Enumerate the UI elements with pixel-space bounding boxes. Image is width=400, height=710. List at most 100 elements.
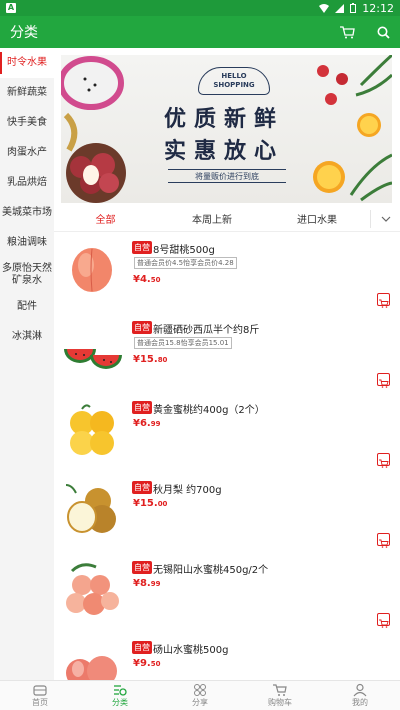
sidebar-item-label: 美城菜市场 bbox=[2, 207, 52, 218]
tab-imported-fruit[interactable]: 进口水果 bbox=[267, 211, 367, 226]
battery-icon bbox=[350, 3, 357, 13]
sidebar-item-label: 快手美食 bbox=[7, 117, 47, 128]
sidebar-item-meat-seafood[interactable]: 肉蛋水产 bbox=[0, 138, 54, 168]
category-icon bbox=[114, 685, 127, 696]
cart-icon bbox=[379, 539, 389, 548]
product-name: 黄金蜜桃约400g（2个） bbox=[153, 405, 265, 416]
add-to-cart-button[interactable] bbox=[377, 373, 390, 388]
notification-icon: A bbox=[6, 3, 16, 13]
sidebar-item-quick-food[interactable]: 快手美食 bbox=[0, 108, 54, 138]
nav-profile[interactable]: 我的 bbox=[320, 681, 400, 710]
nav-home[interactable]: 首页 bbox=[0, 681, 80, 710]
cart-icon bbox=[379, 619, 389, 628]
self-operated-badge: 自营 bbox=[132, 481, 152, 494]
product-image bbox=[64, 349, 122, 369]
sidebar-item-seasonal-fruit[interactable]: 时令水果 bbox=[0, 48, 54, 78]
bottom-nav: 首页 分类 分享 购物车 我的 bbox=[0, 680, 400, 710]
category-sidebar: 时令水果 新鲜蔬菜 快手美食 肉蛋水产 乳品烘焙 美城菜市场 粮油调味 多原怡天… bbox=[0, 48, 54, 680]
add-to-cart-button[interactable] bbox=[377, 533, 390, 548]
nav-label: 分类 bbox=[112, 698, 128, 707]
sidebar-item-vegetables[interactable]: 新鲜蔬菜 bbox=[0, 78, 54, 108]
sidebar-item-dairy-bakery[interactable]: 乳品烘焙 bbox=[0, 168, 54, 198]
sidebar-item-label: 粮油调味 bbox=[7, 237, 47, 248]
nav-cart[interactable]: 购物车 bbox=[240, 681, 320, 710]
banner-line1: 优质新鲜 bbox=[163, 107, 284, 132]
product-name: 秋月梨 约700g bbox=[153, 485, 222, 496]
wifi-icon bbox=[319, 3, 330, 13]
profile-icon bbox=[353, 683, 367, 697]
nav-label: 分享 bbox=[192, 698, 208, 707]
share-icon bbox=[194, 684, 206, 696]
add-to-cart-button[interactable] bbox=[377, 293, 390, 308]
product-name: 新疆硒砂西瓜半个约8斤 bbox=[153, 325, 260, 336]
add-to-cart-button[interactable] bbox=[377, 613, 390, 628]
product-item[interactable]: 自营 8号甜桃500g 普通会员价4.5怡享会员价4.28 ¥4.50 bbox=[54, 233, 400, 313]
sidebar-item-mineral-water[interactable]: 多原怡天然矿泉水 bbox=[0, 258, 54, 292]
product-item[interactable]: 自营 无锡阳山水蜜桃450g/2个 ¥8.99 bbox=[54, 553, 400, 633]
product-image bbox=[66, 656, 117, 680]
app-bar: 分类 bbox=[0, 16, 400, 48]
product-image bbox=[65, 484, 116, 533]
product-list: 自营 8号甜桃500g 普通会员价4.5怡享会员价4.28 ¥4.50 自营 新… bbox=[54, 233, 400, 680]
member-price: 普通会员15.8怡享会员15.01 bbox=[134, 337, 232, 349]
page-title: 分类 bbox=[10, 25, 38, 41]
nav-category[interactable]: 分类 bbox=[80, 681, 160, 710]
banner-badge: HELLO SHOPPING bbox=[198, 67, 270, 95]
product-price: ¥8.99 bbox=[133, 578, 161, 589]
product-price: ¥6.99 bbox=[133, 418, 161, 429]
product-price: ¥15.00 bbox=[133, 498, 168, 509]
sidebar-item-label: 肉蛋水产 bbox=[7, 147, 47, 158]
banner-ribbon: 将量贩价进行到底 bbox=[168, 169, 286, 183]
self-operated-badge: 自营 bbox=[132, 641, 152, 654]
product-item[interactable]: 自营 黄金蜜桃约400g（2个） ¥6.99 bbox=[54, 393, 400, 473]
chevron-down-icon bbox=[381, 216, 390, 222]
product-name: 砀山水蜜桃500g bbox=[153, 645, 229, 656]
sidebar-item-label: 多原怡天然矿泉水 bbox=[2, 263, 52, 286]
status-bar: A 12:12 bbox=[0, 0, 400, 16]
cart-icon bbox=[379, 379, 389, 388]
banner-line2: 实惠放心 bbox=[163, 139, 284, 164]
tab-new-this-week[interactable]: 本周上新 bbox=[157, 211, 267, 226]
sidebar-item-label: 时令水果 bbox=[7, 57, 47, 68]
nav-label: 首页 bbox=[32, 698, 48, 707]
product-image bbox=[70, 404, 114, 455]
product-name: 8号甜桃500g bbox=[153, 245, 215, 256]
status-time: 12:12 bbox=[362, 1, 394, 15]
cart-icon bbox=[379, 459, 389, 468]
sidebar-item-label: 配件 bbox=[17, 301, 37, 312]
product-price: ¥9.50 bbox=[133, 658, 161, 669]
nav-label: 我的 bbox=[352, 698, 368, 707]
tab-all[interactable]: 全部 bbox=[54, 211, 157, 226]
cart-icon bbox=[273, 684, 287, 696]
product-item[interactable]: 自营 秋月梨 约700g ¥15.00 bbox=[54, 473, 400, 553]
product-name: 无锡阳山水蜜桃450g/2个 bbox=[153, 565, 269, 576]
tab-more-button[interactable] bbox=[370, 210, 400, 228]
self-operated-badge: 自营 bbox=[132, 241, 152, 254]
nav-share[interactable]: 分享 bbox=[160, 681, 240, 710]
sidebar-item-market[interactable]: 美城菜市场 bbox=[0, 198, 54, 228]
product-image bbox=[72, 248, 112, 292]
product-price: ¥15.80 bbox=[133, 354, 168, 365]
sidebar-item-accessories[interactable]: 配件 bbox=[0, 292, 54, 322]
add-to-cart-button[interactable] bbox=[377, 453, 390, 468]
self-operated-badge: 自营 bbox=[132, 401, 152, 414]
sidebar-item-label: 乳品烘焙 bbox=[7, 177, 47, 188]
product-image bbox=[66, 563, 119, 615]
self-operated-badge: 自营 bbox=[132, 321, 152, 334]
member-price: 普通会员价4.5怡享会员价4.28 bbox=[134, 257, 237, 269]
filter-tabs: 全部 本周上新 进口水果 bbox=[54, 206, 400, 232]
sidebar-item-label: 新鲜蔬菜 bbox=[7, 87, 47, 98]
signal-icon bbox=[335, 3, 345, 13]
cart-icon[interactable] bbox=[340, 25, 355, 39]
self-operated-badge: 自营 bbox=[132, 561, 152, 574]
nav-label: 购物车 bbox=[268, 698, 292, 707]
cart-icon bbox=[379, 299, 389, 308]
product-price: ¥4.50 bbox=[133, 274, 161, 285]
product-item[interactable]: 自营 新疆硒砂西瓜半个约8斤 普通会员15.8怡享会员15.01 ¥15.80 bbox=[54, 313, 400, 393]
product-item[interactable]: 自营 砀山水蜜桃500g ¥9.50 bbox=[54, 633, 400, 680]
home-icon bbox=[33, 685, 47, 696]
search-icon[interactable] bbox=[377, 26, 390, 39]
sidebar-item-ice-cream[interactable]: 冰淇淋 bbox=[0, 322, 54, 352]
promo-banner[interactable]: HELLO SHOPPING 优质新鲜 实惠放心 将量贩价进行到底 bbox=[61, 55, 392, 203]
sidebar-item-grain-oil[interactable]: 粮油调味 bbox=[0, 228, 54, 258]
